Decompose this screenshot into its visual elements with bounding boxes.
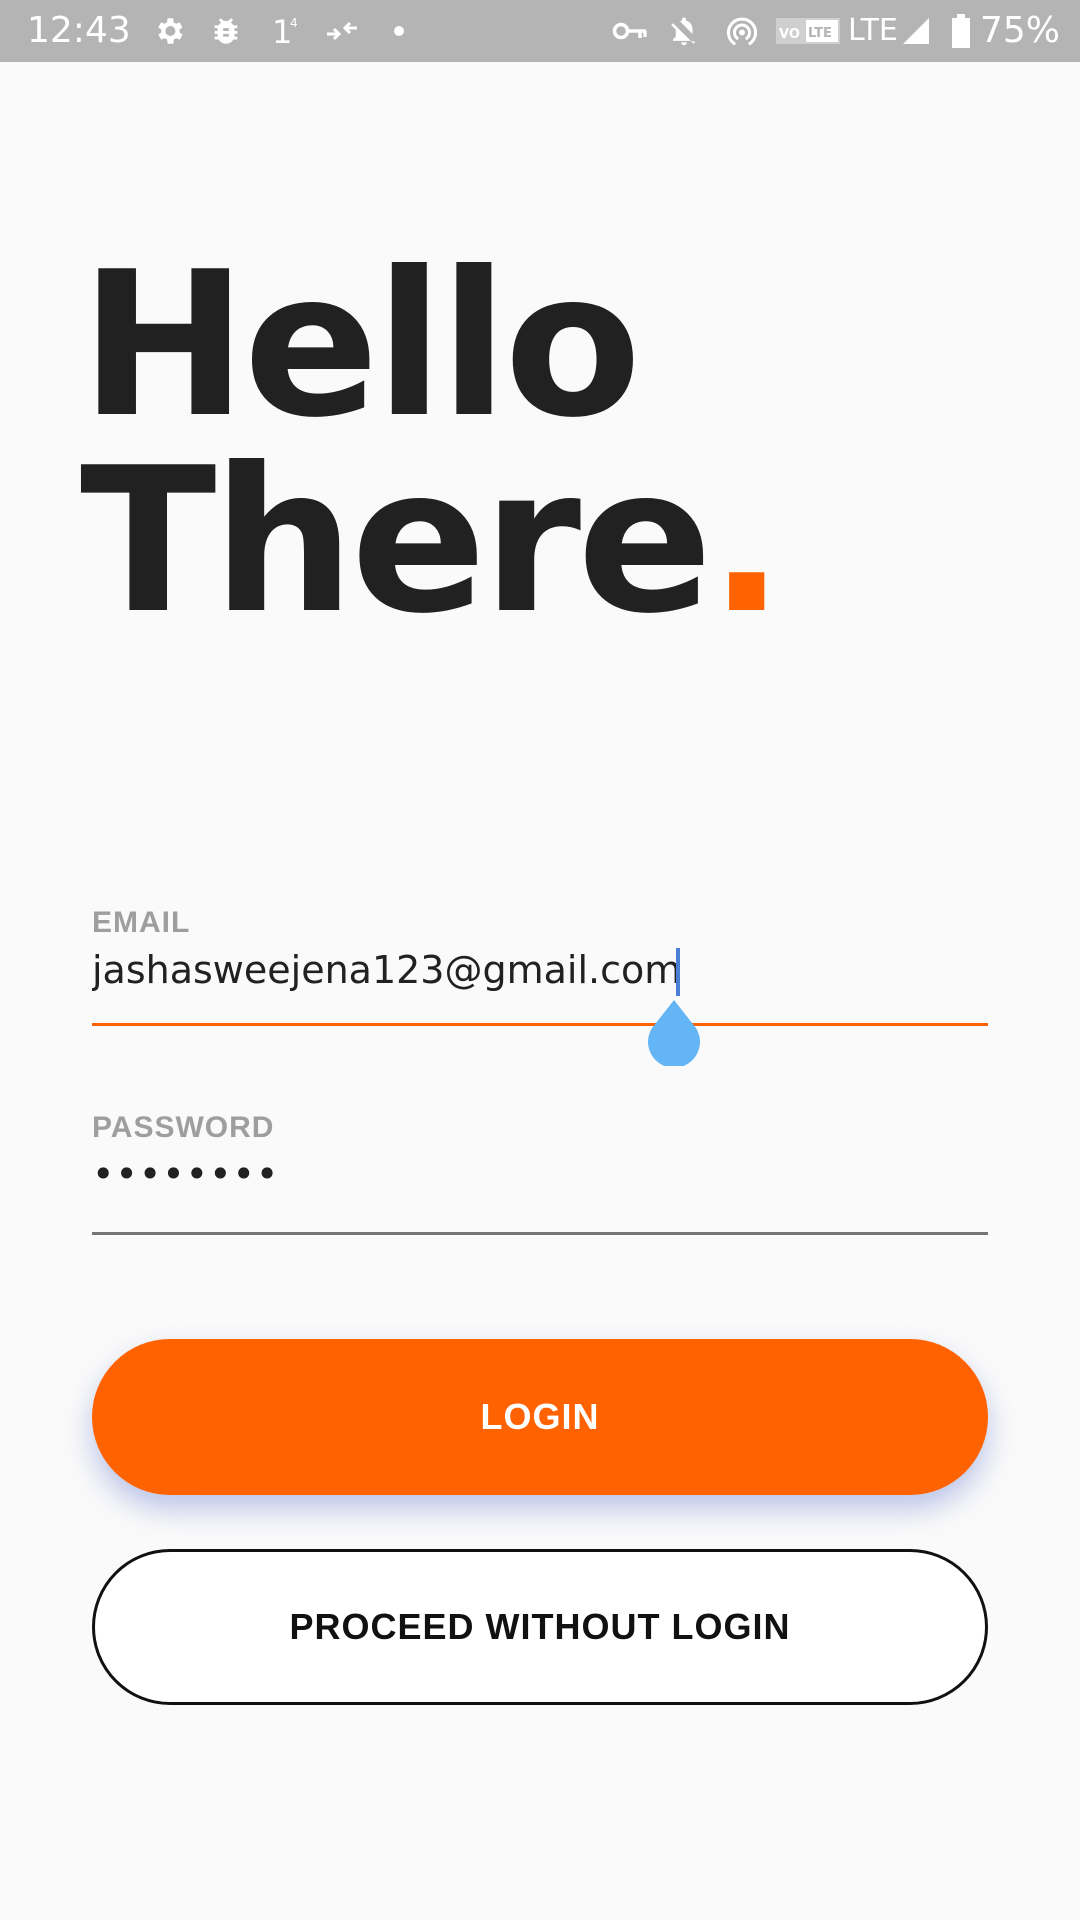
- headline-accent-dot: .: [708, 425, 785, 658]
- data-arrows-icon: [322, 12, 362, 50]
- headline-line-1: Hello: [80, 229, 642, 462]
- bug-icon: [206, 12, 246, 50]
- svg-text:4: 4: [290, 16, 298, 30]
- cell-signal-icon: [900, 12, 932, 50]
- svg-text:LTE: LTE: [808, 26, 832, 41]
- cursor-handle-icon[interactable]: [646, 998, 702, 1066]
- svg-text:VO: VO: [779, 27, 800, 42]
- text-cursor: [676, 948, 680, 996]
- email-underline: [92, 1023, 988, 1026]
- password-label: PASSWORD: [92, 1111, 275, 1144]
- greeting-headline: Hello There.: [80, 229, 785, 642]
- signal-one-icon: 14: [268, 12, 302, 50]
- battery-percentage: 75%: [980, 10, 1061, 51]
- status-bar: 12:43 14 VO LTE LTE 75%: [0, 0, 1080, 62]
- notification-dot-icon: [392, 12, 406, 50]
- battery-icon: [950, 12, 972, 50]
- password-underline: [92, 1232, 988, 1235]
- network-type: LTE: [848, 13, 898, 48]
- headline-line-2: There.: [80, 442, 785, 642]
- password-field[interactable]: ••••••••: [92, 1152, 988, 1204]
- proceed-without-login-button[interactable]: PROCEED WITHOUT LOGIN: [92, 1549, 988, 1705]
- mute-icon: [664, 12, 704, 50]
- settings-icon: [150, 12, 188, 50]
- email-field[interactable]: [92, 944, 988, 996]
- hotspot-icon: [722, 12, 762, 50]
- status-time: 12:43: [27, 10, 131, 51]
- headline-line-2-text: There: [80, 425, 713, 658]
- key-icon: [610, 12, 650, 50]
- email-label: EMAIL: [92, 906, 191, 939]
- login-button[interactable]: LOGIN: [92, 1339, 988, 1495]
- volte-icon: VO LTE: [776, 12, 842, 50]
